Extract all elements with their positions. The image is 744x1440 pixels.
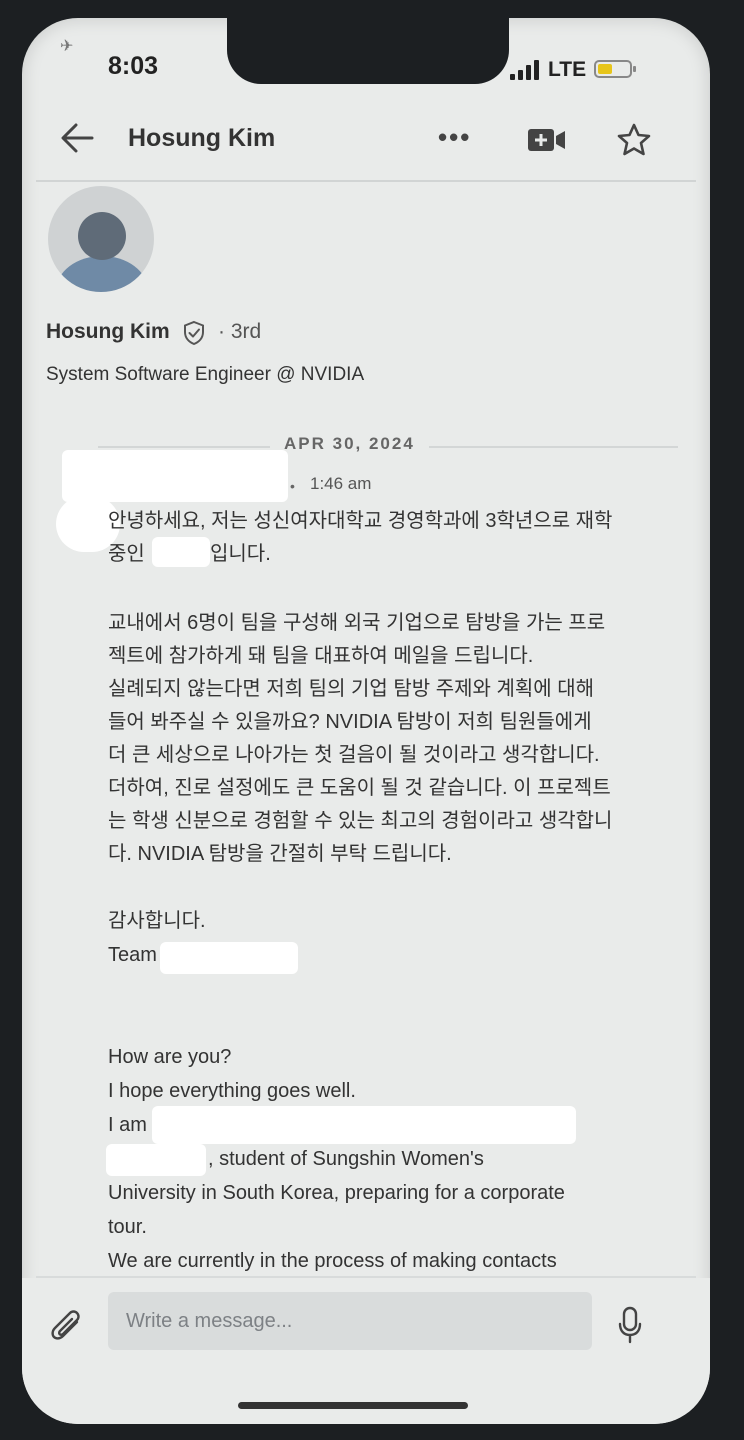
profile-headline: System Software Engineer @ NVIDIA: [46, 364, 365, 385]
battery-icon: [594, 60, 636, 78]
notch: [227, 18, 509, 84]
message-line: , student of Sungshin Women's: [208, 1148, 484, 1170]
message-line: We are currently in the process of makin…: [108, 1250, 557, 1272]
star-icon[interactable]: [616, 122, 652, 158]
conversation-header: Hosung Kim •••: [22, 114, 710, 182]
microphone-icon[interactable]: [618, 1306, 642, 1344]
airplane-mode-icon: ✈: [60, 38, 74, 55]
verified-shield-icon: [184, 320, 204, 346]
message-line: 다. NVIDIA 탐방을 간절히 부탁 드립니다.: [108, 843, 452, 865]
more-options-icon[interactable]: •••: [438, 122, 471, 153]
meta-separator: •: [290, 478, 295, 494]
message-line: 실례되지 않는다면 저희 팀의 기업 탐방 주제와 계획에 대해: [108, 678, 595, 700]
back-arrow-icon[interactable]: [58, 118, 98, 158]
message-line: How are you?: [108, 1046, 232, 1068]
message-line: University in South Korea, preparing for…: [108, 1182, 565, 1204]
message-time: 1:46 am: [310, 474, 372, 493]
header-divider: [36, 180, 696, 182]
redacted-text: [106, 1144, 206, 1176]
status-time: 8:03: [108, 52, 159, 80]
avatar[interactable]: [48, 186, 154, 292]
message-line: 는 학생 신분으로 경험할 수 있는 최고의 경험이라고 생각합니: [108, 810, 613, 832]
message-input[interactable]: Write a message...: [108, 1292, 592, 1350]
attachment-icon[interactable]: [50, 1308, 86, 1348]
header-title[interactable]: Hosung Kim: [128, 124, 275, 153]
profile-name[interactable]: Hosung Kim: [46, 320, 170, 344]
message-line: 교내에서 6명이 팀을 구성해 외국 기업으로 탐방을 가는 프로: [108, 612, 606, 634]
message-line: 들어 봐주실 수 있을까요? NVIDIA 탐방이 저희 팀원들에게: [108, 711, 592, 733]
video-call-icon[interactable]: [528, 128, 566, 152]
phone-screen: ✈ 8:03 LTE Hosung Kim ••• Hosung Kim · 3…: [22, 18, 710, 1424]
home-indicator[interactable]: [238, 1402, 468, 1409]
message-line: tour.: [108, 1216, 147, 1238]
message-line: 더 큰 세상으로 나아가는 첫 걸음이 될 것이라고 생각합니다.: [108, 744, 600, 766]
connection-degree: · 3rd: [218, 320, 262, 343]
redacted-text: [152, 537, 210, 567]
message-line: 젝트에 참가하게 돼 팀을 대표하여 메일을 드립니다.: [108, 645, 534, 667]
signal-icon: [510, 60, 542, 80]
redacted-text: [152, 1106, 576, 1144]
message-line: 더하여, 진로 설정에도 큰 도움이 될 것 같습니다. 이 프로젝트: [108, 777, 611, 799]
message-line: 입니다.: [210, 543, 271, 565]
network-type: LTE: [548, 58, 587, 81]
message-line: 안녕하세요, 저는 성신여자대학교 경영학과에 3학년으로 재학: [108, 510, 613, 532]
redacted-text: [160, 942, 298, 974]
redacted-sender-name: [62, 450, 288, 502]
date-separator: APR 30, 2024: [270, 434, 429, 454]
message-line: I hope everything goes well.: [108, 1080, 356, 1102]
message-line: 감사합니다.: [108, 910, 206, 932]
